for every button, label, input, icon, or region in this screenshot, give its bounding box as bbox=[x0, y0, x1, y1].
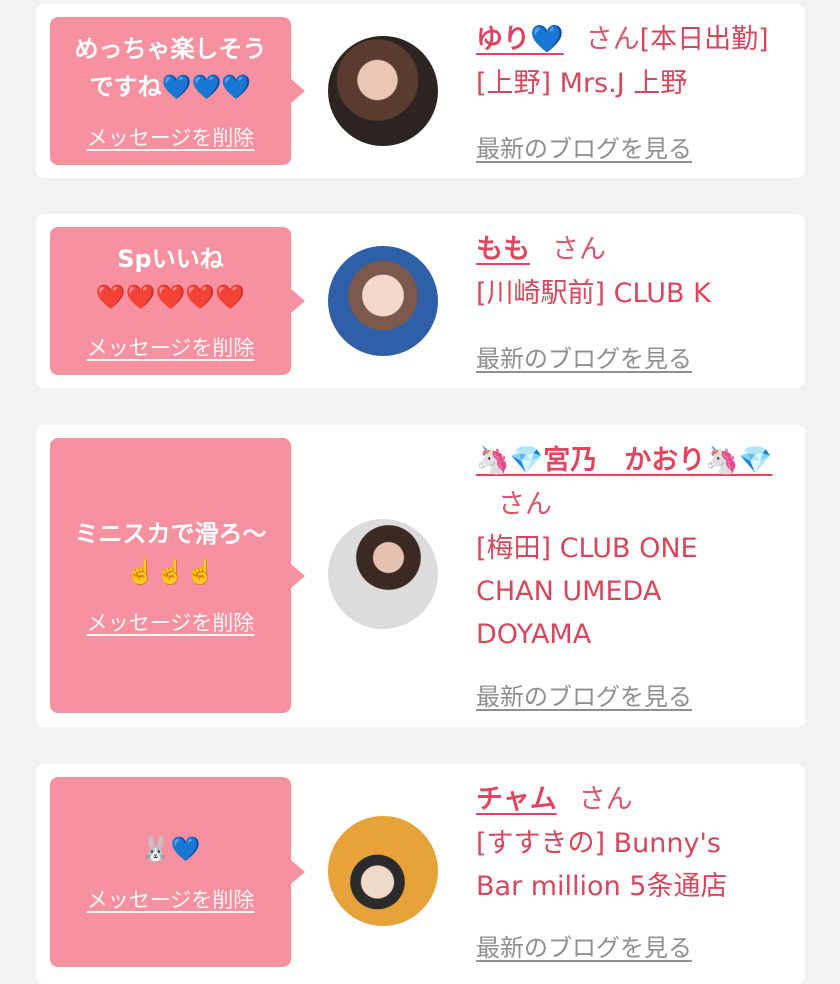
user-name-link[interactable]: もも bbox=[476, 234, 530, 265]
avatar[interactable] bbox=[328, 519, 438, 629]
user-name-link[interactable]: 🦄💎宮乃 かおり🦄💎 bbox=[476, 445, 772, 476]
shop-name: [川崎駅前] CLUB K bbox=[476, 278, 711, 309]
message-card: Spいいね ❤️❤️❤️❤️❤️ メッセージを削除 もも さん [川崎駅前] CL… bbox=[36, 214, 805, 388]
avatar[interactable] bbox=[328, 36, 438, 146]
honorific: さん bbox=[585, 24, 640, 55]
message-bubble: めっちゃ楽しそう ですね💙💙💙 メッセージを削除 bbox=[50, 17, 305, 165]
honorific: さん bbox=[552, 234, 606, 265]
message-bubble: 🐰💙 メッセージを削除 bbox=[50, 777, 305, 967]
honorific: さん bbox=[498, 489, 552, 520]
honorific: さん bbox=[578, 784, 633, 815]
message-bubble: ミニスカで滑ろ〜 ☝️☝️☝️ メッセージを削除 bbox=[50, 438, 305, 713]
shop-name: [すすきの] Bunny's Bar million 5条通店 bbox=[476, 828, 728, 902]
status-label: [本日出勤] bbox=[639, 24, 769, 55]
message-text: ミニスカで滑ろ〜 ☝️☝️☝️ bbox=[74, 519, 267, 586]
latest-blog-link[interactable]: 最新のブログを見る bbox=[476, 129, 692, 164]
latest-blog-link[interactable]: 最新のブログを見る bbox=[476, 928, 692, 963]
avatar[interactable] bbox=[328, 816, 438, 926]
shop-name: [梅田] CLUB ONE CHAN UMEDA DOYAMA bbox=[476, 533, 698, 650]
delete-message-link[interactable]: メッセージを削除 bbox=[87, 122, 255, 152]
shop-name: [上野] Mrs.J 上野 bbox=[476, 68, 688, 99]
latest-blog-link[interactable]: 最新のブログを見る bbox=[476, 677, 692, 712]
user-name-link[interactable]: チャム bbox=[476, 784, 557, 815]
message-bubble: Spいいね ❤️❤️❤️❤️❤️ メッセージを削除 bbox=[50, 227, 305, 375]
delete-message-link[interactable]: メッセージを削除 bbox=[87, 884, 255, 914]
message-card: めっちゃ楽しそう ですね💙💙💙 メッセージを削除 ゆり💙 さん[本日出勤] [上野… bbox=[36, 4, 805, 178]
message-card: ミニスカで滑ろ〜 ☝️☝️☝️ メッセージを削除 🦄💎宮乃 かおり🦄💎 さん [梅… bbox=[36, 425, 805, 727]
message-card: 🐰💙 メッセージを削除 チャム さん [すすきの] Bunny's Bar mil… bbox=[36, 764, 805, 984]
message-text: 🐰💙 bbox=[140, 835, 201, 863]
delete-message-link[interactable]: メッセージを削除 bbox=[87, 607, 255, 637]
message-text: めっちゃ楽しそう ですね💙💙💙 bbox=[74, 35, 267, 101]
user-name-link[interactable]: ゆり💙 bbox=[476, 24, 564, 55]
latest-blog-link[interactable]: 最新のブログを見る bbox=[476, 339, 692, 374]
avatar[interactable] bbox=[328, 246, 438, 356]
message-text: Spいいね ❤️❤️❤️❤️❤️ bbox=[95, 245, 246, 311]
delete-message-link[interactable]: メッセージを削除 bbox=[87, 332, 255, 362]
